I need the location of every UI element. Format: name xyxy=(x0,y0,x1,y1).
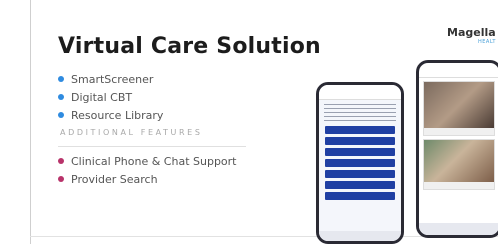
brand-logo: Magella xyxy=(447,26,496,39)
bullet-icon xyxy=(58,176,64,182)
phone-answer-button xyxy=(325,148,395,156)
additional-feature-item: Provider Search xyxy=(58,170,237,188)
brand-logo-subtitle: HEALT xyxy=(478,39,496,45)
phone-answer-button xyxy=(325,192,395,200)
phone-bottom-nav xyxy=(419,223,498,235)
section-divider xyxy=(58,146,246,147)
resource-card xyxy=(423,139,495,190)
phone-answer-button xyxy=(325,137,395,145)
phone-answer-button xyxy=(325,181,395,189)
bullet-icon xyxy=(58,112,64,118)
bullet-icon xyxy=(58,94,64,100)
resource-caption xyxy=(424,128,494,135)
feature-item: Resource Library xyxy=(58,106,163,124)
phone-answer-button xyxy=(325,126,395,134)
additional-feature-label: Provider Search xyxy=(71,172,158,186)
phone-screen-header xyxy=(419,63,498,78)
phone-bottom-nav xyxy=(319,231,401,241)
bullet-icon xyxy=(58,76,64,82)
additional-feature-item: Clinical Phone & Chat Support xyxy=(58,152,237,170)
phone-answer-button xyxy=(325,159,395,167)
phone-screen-text xyxy=(324,104,396,122)
feature-label: Digital CBT xyxy=(71,90,133,104)
resource-card xyxy=(423,81,495,136)
phone-screen-header xyxy=(319,85,401,100)
additional-features-heading: ADDITIONAL FEATURES xyxy=(60,128,203,137)
feature-label: SmartScreener xyxy=(71,72,154,86)
additional-feature-list: Clinical Phone & Chat Support Provider S… xyxy=(58,152,237,188)
phone-answer-button xyxy=(325,170,395,178)
feature-list: SmartScreener Digital CBT Resource Libra… xyxy=(58,70,163,124)
resource-photo xyxy=(424,140,494,182)
bullet-icon xyxy=(58,158,64,164)
feature-item: Digital CBT xyxy=(58,88,163,106)
resource-caption xyxy=(424,182,494,189)
additional-feature-label: Clinical Phone & Chat Support xyxy=(71,154,237,168)
slide-title: Virtual Care Solution xyxy=(58,34,321,59)
resource-photo xyxy=(424,82,494,128)
phone-mockup-resources xyxy=(416,60,498,238)
feature-item: SmartScreener xyxy=(58,70,163,88)
feature-label: Resource Library xyxy=(71,108,164,122)
phone-mockup-screener xyxy=(316,82,404,244)
